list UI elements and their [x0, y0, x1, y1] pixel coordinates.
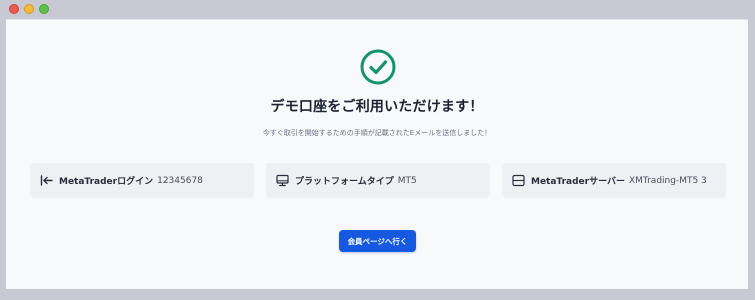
page-title: デモ口座をご利用いただけます！	[270, 99, 484, 115]
monitor-icon	[276, 174, 289, 187]
confirmation-panel: デモ口座をご利用いただけます！ 今すぐ取引を開始するための手順が記載されたEメー…	[6, 19, 748, 289]
login-card: MetaTraderログイン 12345678	[30, 163, 254, 198]
server-icon	[512, 174, 525, 187]
platform-card: プラットフォームタイプ MT5	[266, 163, 490, 198]
window-titlebar	[0, 0, 755, 18]
login-arrow-icon	[40, 174, 53, 187]
platform-value: MT5	[397, 175, 417, 186]
app-window: デモ口座をご利用いただけます！ 今すぐ取引を開始するための手順が記載されたEメー…	[0, 0, 755, 300]
window-minimize-button[interactable]	[24, 4, 34, 14]
go-to-members-page-button[interactable]: 会員ページへ行く	[339, 230, 416, 252]
login-value: 12345678	[157, 175, 203, 186]
account-info-cards: MetaTraderログイン 12345678 プラットフォームタイプ MT5	[30, 163, 726, 198]
confirmation-message: 今すぐ取引を開始するための手順が記載されたEメールを送信しました！	[262, 129, 492, 137]
server-label: MetaTraderサーバー	[531, 177, 625, 187]
login-label: MetaTraderログイン	[59, 177, 154, 187]
check-circle-icon	[359, 48, 397, 86]
platform-label: プラットフォームタイプ	[295, 177, 394, 187]
server-card: MetaTraderサーバー XMTrading-MT5 3	[502, 163, 726, 198]
window-close-button[interactable]	[9, 4, 19, 14]
window-maximize-button[interactable]	[39, 4, 49, 14]
server-value: XMTrading-MT5 3	[629, 175, 707, 186]
